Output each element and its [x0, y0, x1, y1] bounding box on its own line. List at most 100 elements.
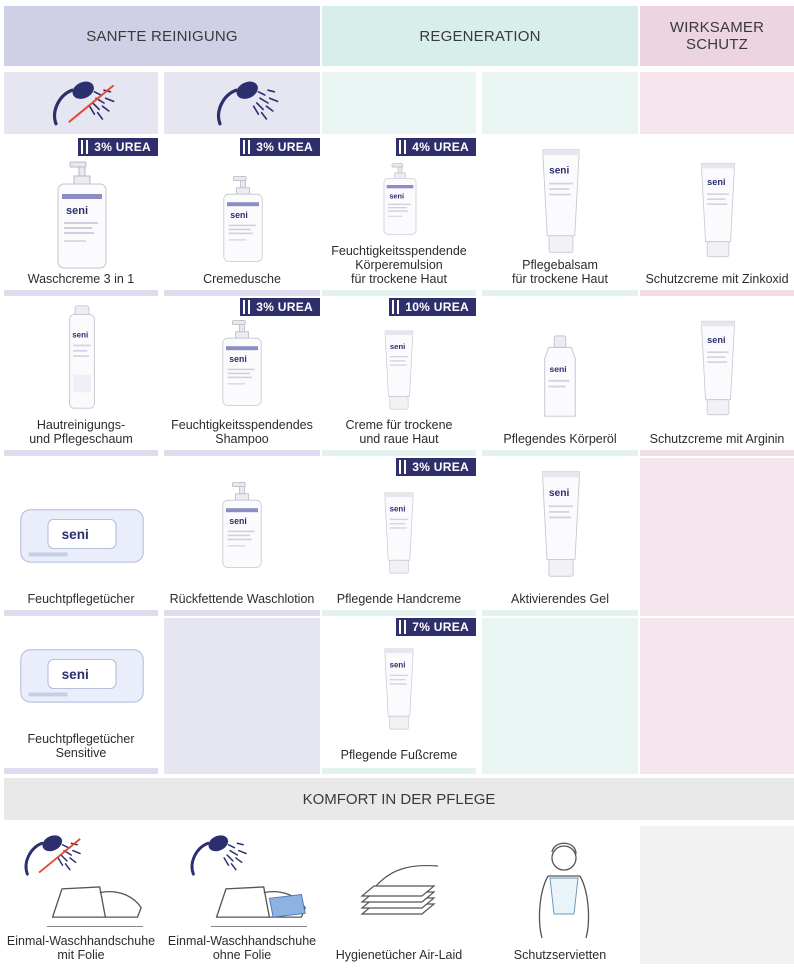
product-image-tube: [536, 468, 586, 580]
product-name: Aktivierendes Gel: [511, 592, 609, 606]
product-card[interactable]: 3% UREA Pflegende Handcreme: [322, 458, 476, 610]
product-image-pump-bottle: [218, 480, 266, 570]
product-card[interactable]: Hautreinigungs- und Pflegeschaum: [4, 298, 158, 450]
empty-cell: [482, 618, 638, 774]
product-image-glove: [40, 870, 150, 936]
product-image-pump-bottle: [219, 174, 267, 264]
product-card[interactable]: Schutzcreme mit Arginin: [640, 298, 794, 450]
product-card[interactable]: 10% UREA Creme für trockene und raue Hau…: [322, 298, 476, 450]
row-divider: [164, 450, 320, 456]
product-image-tube: [378, 646, 420, 732]
product-card[interactable]: 4% UREA Feuchtigkeitsspendende Körperemu…: [322, 138, 476, 290]
product-image-oil-bottle: [540, 334, 580, 420]
empty-cell: [640, 826, 794, 964]
product-name: Hautreinigungs- und Pflegeschaum: [29, 418, 133, 446]
product-card[interactable]: Feuchtpflegetücher: [4, 458, 158, 610]
product-card[interactable]: 7% UREA Pflegende Fußcreme: [322, 618, 476, 768]
row-divider: [4, 610, 158, 616]
product-name: Schutzservietten: [513, 948, 607, 962]
product-card[interactable]: Aktivierendes Gel: [482, 458, 638, 610]
product-name: Schutzcreme mit Arginin: [649, 432, 785, 446]
empty-cell: [640, 618, 794, 774]
product-card[interactable]: Schutzcreme mit Zinkoxid: [640, 138, 794, 290]
product-image-towel-stack: [360, 864, 439, 915]
product-card[interactable]: Einmal-Waschhandschuhe ohne Folie: [164, 826, 320, 964]
header-cleansing: SANFTE REINIGUNG: [4, 6, 320, 66]
icon-cell-with-water: [164, 72, 320, 134]
product-name: Creme für trockene und raue Haut: [345, 418, 453, 446]
row-divider: [322, 450, 476, 456]
product-card[interactable]: Rückfettende Waschlotion: [164, 458, 320, 610]
urea-badge: 4% UREA: [396, 138, 476, 156]
row-divider: [322, 768, 476, 774]
product-name: Schutzcreme mit Zinkoxid: [645, 272, 789, 286]
icon-cell-empty: [640, 72, 794, 134]
row-divider: [640, 450, 794, 456]
header-protection: WIRKSAMER SCHUTZ: [640, 6, 794, 66]
product-image-wipes-pack: [18, 500, 146, 568]
product-image-pump-bottle: [380, 162, 420, 236]
row-divider: [640, 290, 794, 296]
product-name: Feuchtpflegetücher: [27, 592, 135, 606]
product-image-wipes-pack: [18, 640, 146, 708]
header-protection-text: WIRKSAMER SCHUTZ: [669, 19, 765, 53]
empty-cell: [640, 458, 794, 616]
product-name: Einmal-Waschhandschuhe mit Folie: [6, 934, 156, 962]
product-card[interactable]: 3% UREA Cremedusche: [164, 138, 320, 290]
row-divider: [4, 290, 158, 296]
product-name: Hygienetücher Air-Laid: [335, 948, 463, 962]
row-divider: [4, 768, 158, 774]
shower-crossed-icon: [48, 78, 120, 128]
product-name: Waschcreme 3 in 1: [27, 272, 135, 286]
urea-badge: 3% UREA: [240, 138, 320, 156]
product-name: Cremedusche: [203, 272, 281, 286]
row-divider: [482, 290, 638, 296]
icon-cell-empty: [322, 72, 476, 134]
urea-badge: 3% UREA: [78, 138, 158, 156]
product-card[interactable]: 3% UREA Feuchtigkeitsspendendes Shampoo: [164, 298, 320, 450]
row-divider: [164, 610, 320, 616]
product-image-pump-bottle: [218, 318, 266, 408]
product-image-tube: [696, 318, 740, 418]
row-divider: [4, 450, 158, 456]
product-name: Pflegendes Körperöl: [503, 432, 617, 446]
product-name: Einmal-Waschhandschuhe ohne Folie: [167, 934, 317, 962]
product-image-tube: [378, 328, 420, 412]
product-image-foam-can: [66, 304, 98, 410]
product-image-glove: [204, 870, 314, 936]
row-divider: [322, 290, 476, 296]
shower-icon: [212, 78, 284, 128]
product-image-bib-person: [538, 842, 590, 939]
product-card[interactable]: Einmal-Waschhandschuhe mit Folie: [4, 826, 158, 964]
icon-cell-no-water: [4, 72, 158, 134]
empty-cell: [164, 618, 320, 774]
product-name: Feuchtpflegetücher Sensitive: [27, 732, 135, 760]
product-name: Pflegebalsam für trockene Haut: [512, 258, 608, 286]
row-divider: [482, 610, 638, 616]
urea-badge: 7% UREA: [396, 618, 476, 636]
product-name: Pflegende Fußcreme: [340, 748, 458, 762]
product-image-tube: [696, 160, 740, 260]
product-card[interactable]: 3% UREA Waschcreme 3 in 1: [4, 138, 158, 290]
icon-cell-empty: [482, 72, 638, 134]
urea-badge: 10% UREA: [389, 298, 476, 316]
row-divider: [164, 290, 320, 296]
product-image-pump-bottle: [52, 160, 112, 270]
row-divider: [322, 610, 476, 616]
product-name: Pflegende Handcreme: [336, 592, 462, 606]
product-name: Rückfettende Waschlotion: [169, 592, 315, 606]
header-regeneration: REGENERATION: [322, 6, 638, 66]
product-card[interactable]: Hygienetücher Air-Laid: [322, 826, 476, 964]
urea-badge: 3% UREA: [396, 458, 476, 476]
product-image-tube: [536, 146, 586, 256]
product-image-tube: [378, 490, 420, 576]
product-card[interactable]: Schutzservietten: [482, 826, 638, 964]
header-comfort: KOMFORT IN DER PFLEGE: [4, 778, 794, 820]
row-divider: [482, 450, 638, 456]
product-card[interactable]: Feuchtpflegetücher Sensitive: [4, 618, 158, 768]
product-name: Feuchtigkeitsspendende Körperemulsion fü…: [331, 244, 467, 286]
product-name: Feuchtigkeitsspendendes Shampoo: [171, 418, 313, 446]
product-card[interactable]: Pflegebalsam für trockene Haut: [482, 138, 638, 290]
urea-badge: 3% UREA: [240, 298, 320, 316]
product-card[interactable]: Pflegendes Körperöl: [482, 298, 638, 450]
